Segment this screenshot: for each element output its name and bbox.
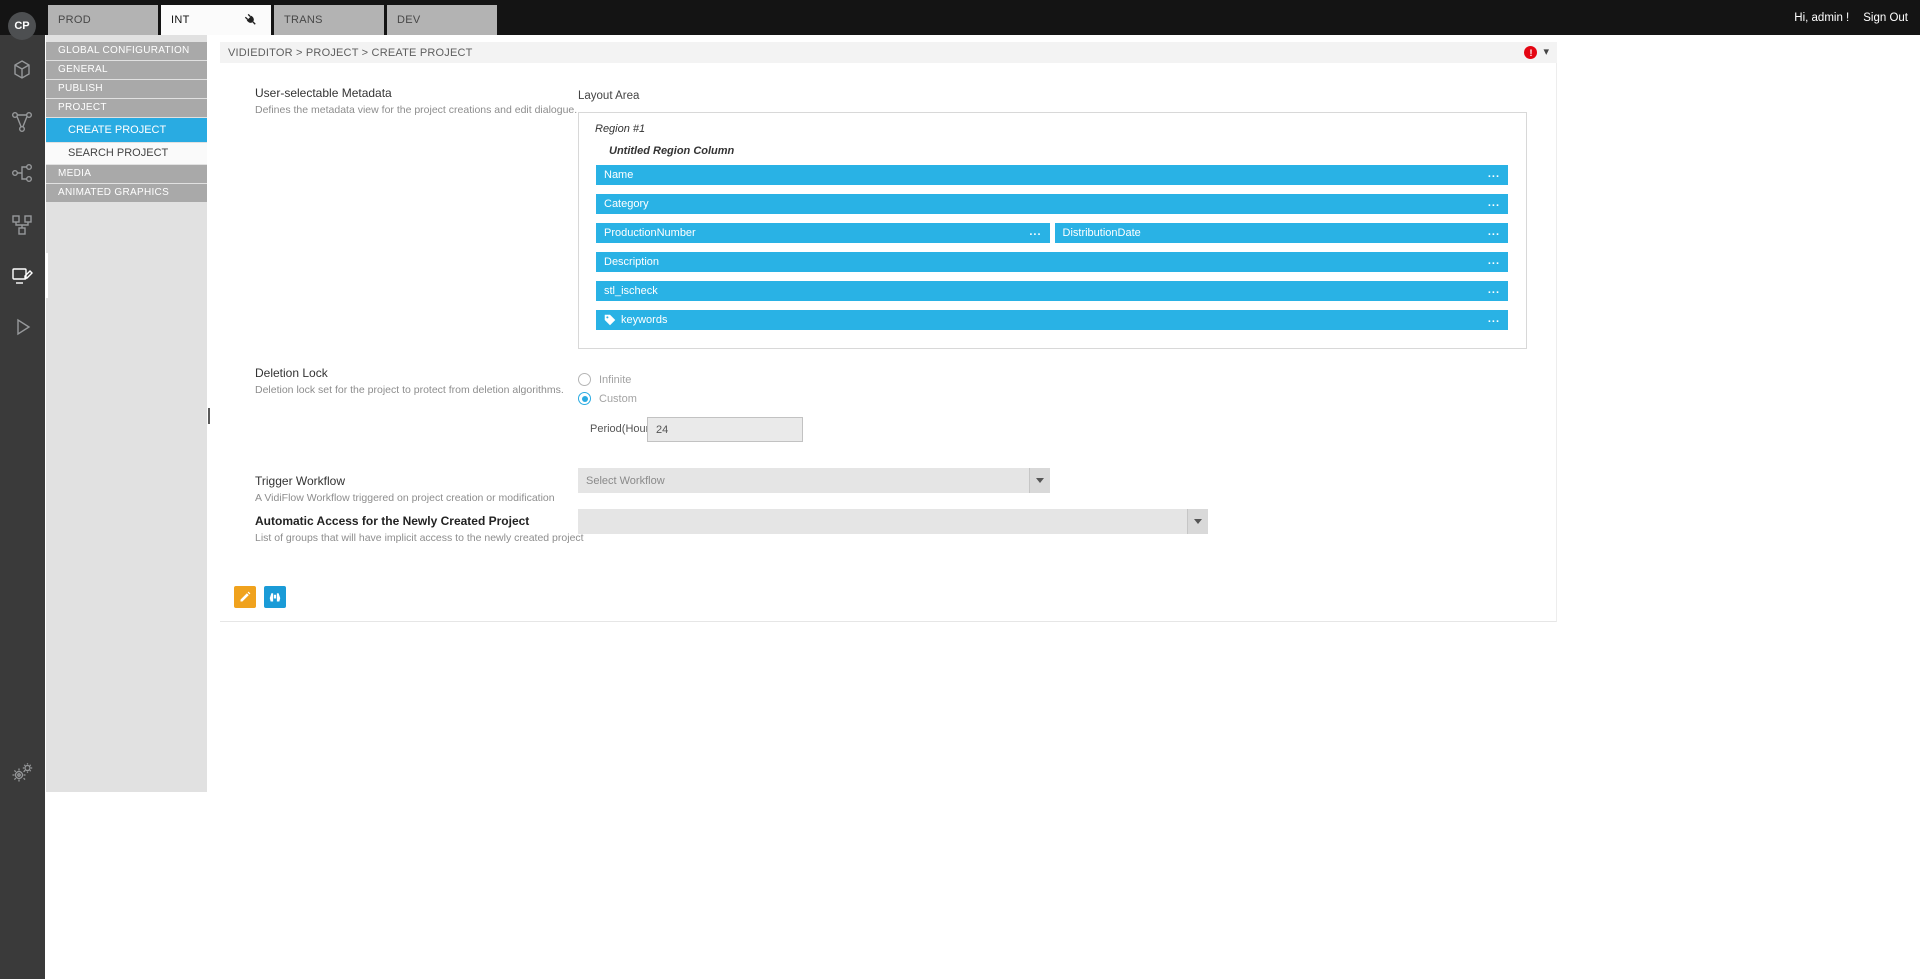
field-options-icon[interactable]: ... xyxy=(1488,168,1500,180)
metadata-field-list: Name ... Category ... ProductionNumber .… xyxy=(596,165,1508,339)
preview-button[interactable] xyxy=(264,586,286,608)
config-portal-page: PROD INT TRANS DEV Hi, admin ! Sign Out … xyxy=(0,0,1920,979)
edit-button[interactable] xyxy=(234,586,256,608)
sidebar-item-animated-graphics[interactable]: ANIMATED GRAPHICS xyxy=(46,184,207,202)
field-label: Description xyxy=(604,256,659,268)
sidebar-item-publish[interactable]: PUBLISH xyxy=(46,80,207,98)
tab-trans-label: TRANS xyxy=(284,14,323,26)
field-options-icon[interactable]: ... xyxy=(1488,226,1500,238)
metadata-field-keywords[interactable]: keywords ... xyxy=(596,310,1508,330)
auto-access-title: Automatic Access for the Newly Created P… xyxy=(255,514,529,528)
radio-infinite-circle[interactable] xyxy=(578,373,591,386)
edit-pencil-icon xyxy=(239,591,251,603)
binoculars-icon xyxy=(269,591,281,603)
sidebar-item-general[interactable]: GENERAL xyxy=(46,61,207,79)
deletion-lock-subtitle: Deletion lock set for the project to pro… xyxy=(255,384,564,396)
dropdown-arrow-icon[interactable] xyxy=(1187,509,1208,534)
layout-area-box: Region #1 Untitled Region Column Name ..… xyxy=(578,112,1527,349)
topbar: PROD INT TRANS DEV Hi, admin ! Sign Out xyxy=(0,0,1920,35)
trigger-workflow-value: Select Workflow xyxy=(578,475,1029,487)
metadata-field-name[interactable]: Name ... xyxy=(596,165,1508,185)
user-area: Hi, admin ! Sign Out xyxy=(1794,0,1908,35)
dropdown-arrow-icon[interactable] xyxy=(1029,468,1050,493)
field-label: stl_ischeck xyxy=(604,285,658,297)
workflow-icon[interactable] xyxy=(10,161,34,185)
field-label: ProductionNumber xyxy=(604,227,696,239)
tab-int-label: INT xyxy=(171,14,190,26)
config-sidebar: GLOBAL CONFIGURATION GENERAL PUBLISH PRO… xyxy=(46,35,207,792)
sidebar-item-create-project[interactable]: CREATE PROJECT xyxy=(46,118,207,142)
sidebar-item-global-configuration[interactable]: GLOBAL CONFIGURATION xyxy=(46,42,207,60)
period-hours-input[interactable] xyxy=(647,417,803,442)
modules-icon[interactable] xyxy=(10,58,34,82)
field-options-icon[interactable]: ... xyxy=(1488,197,1500,209)
error-icon[interactable]: ! xyxy=(1524,46,1537,59)
tab-dev[interactable]: DEV xyxy=(387,5,497,35)
tab-prod[interactable]: PROD xyxy=(48,5,158,35)
auto-access-subtitle: List of groups that will have implicit a… xyxy=(255,532,584,544)
radio-custom[interactable]: Custom xyxy=(578,392,637,405)
breadcrumb-bar: VIDIEDITOR > PROJECT > CREATE PROJECT ! … xyxy=(220,42,1557,63)
trigger-workflow-dropdown[interactable]: Select Workflow xyxy=(578,468,1050,493)
tab-dev-label: DEV xyxy=(397,14,421,26)
sidebar-item-search-project[interactable]: SEARCH PROJECT xyxy=(46,143,207,164)
create-project-panel: VIDIEDITOR > PROJECT > CREATE PROJECT ! … xyxy=(220,42,1557,622)
radio-infinite-label: Infinite xyxy=(599,374,631,386)
settings-gears-icon[interactable] xyxy=(10,761,34,785)
field-label: Name xyxy=(604,169,633,181)
plug-icon xyxy=(240,9,263,32)
layout-area-label: Layout Area xyxy=(578,90,639,102)
sidebar-resize-handle[interactable] xyxy=(208,408,210,424)
tab-int[interactable]: INT xyxy=(161,5,271,35)
metadata-field-productionnumber[interactable]: ProductionNumber ... xyxy=(596,223,1050,243)
radio-custom-label: Custom xyxy=(599,393,637,405)
tag-icon xyxy=(604,314,616,326)
auto-access-dropdown[interactable] xyxy=(578,509,1208,534)
field-label: DistributionDate xyxy=(1063,227,1141,239)
field-options-icon[interactable]: ... xyxy=(1488,284,1500,296)
field-label: Category xyxy=(604,198,649,210)
field-options-icon[interactable]: ... xyxy=(1488,255,1500,267)
metadata-field-distributiondate[interactable]: DistributionDate ... xyxy=(1055,223,1509,243)
tab-prod-label: PROD xyxy=(58,14,91,26)
radio-custom-circle[interactable] xyxy=(578,392,591,405)
field-options-icon[interactable]: ... xyxy=(1029,226,1041,238)
metadata-section-subtitle: Defines the metadata view for the projec… xyxy=(255,104,577,116)
topology-icon[interactable] xyxy=(10,110,34,134)
editor-config-icon[interactable] xyxy=(10,264,34,288)
trigger-workflow-title: Trigger Workflow xyxy=(255,474,345,488)
metadata-field-stl-ischeck[interactable]: stl_ischeck ... xyxy=(596,281,1508,301)
deletion-lock-title: Deletion Lock xyxy=(255,366,328,380)
breadcrumb: VIDIEDITOR > PROJECT > CREATE PROJECT xyxy=(220,47,1524,59)
app-logo[interactable]: CP xyxy=(8,12,36,40)
player-icon[interactable] xyxy=(10,315,34,339)
app-rail xyxy=(0,0,45,979)
user-greeting: Hi, admin ! xyxy=(1794,12,1849,24)
resources-icon[interactable] xyxy=(10,213,34,237)
trigger-workflow-subtitle: A VidiFlow Workflow triggered on project… xyxy=(255,492,555,504)
region-title: Region #1 xyxy=(595,123,645,135)
sign-out-link[interactable]: Sign Out xyxy=(1863,12,1908,24)
sidebar-item-project[interactable]: PROJECT xyxy=(46,99,207,117)
rail-active-indicator xyxy=(45,253,48,298)
metadata-field-category[interactable]: Category ... xyxy=(596,194,1508,214)
radio-infinite[interactable]: Infinite xyxy=(578,373,631,386)
metadata-field-description[interactable]: Description ... xyxy=(596,252,1508,272)
chevron-down-icon[interactable]: ▾ xyxy=(1543,47,1549,58)
region-column-title: Untitled Region Column xyxy=(609,145,734,157)
field-options-icon[interactable]: ... xyxy=(1488,313,1500,325)
environment-tabs: PROD INT TRANS DEV xyxy=(48,5,497,35)
tab-trans[interactable]: TRANS xyxy=(274,5,384,35)
sidebar-item-media[interactable]: MEDIA xyxy=(46,165,207,183)
metadata-section-title: User-selectable Metadata xyxy=(255,86,392,100)
field-label: keywords xyxy=(621,314,667,326)
